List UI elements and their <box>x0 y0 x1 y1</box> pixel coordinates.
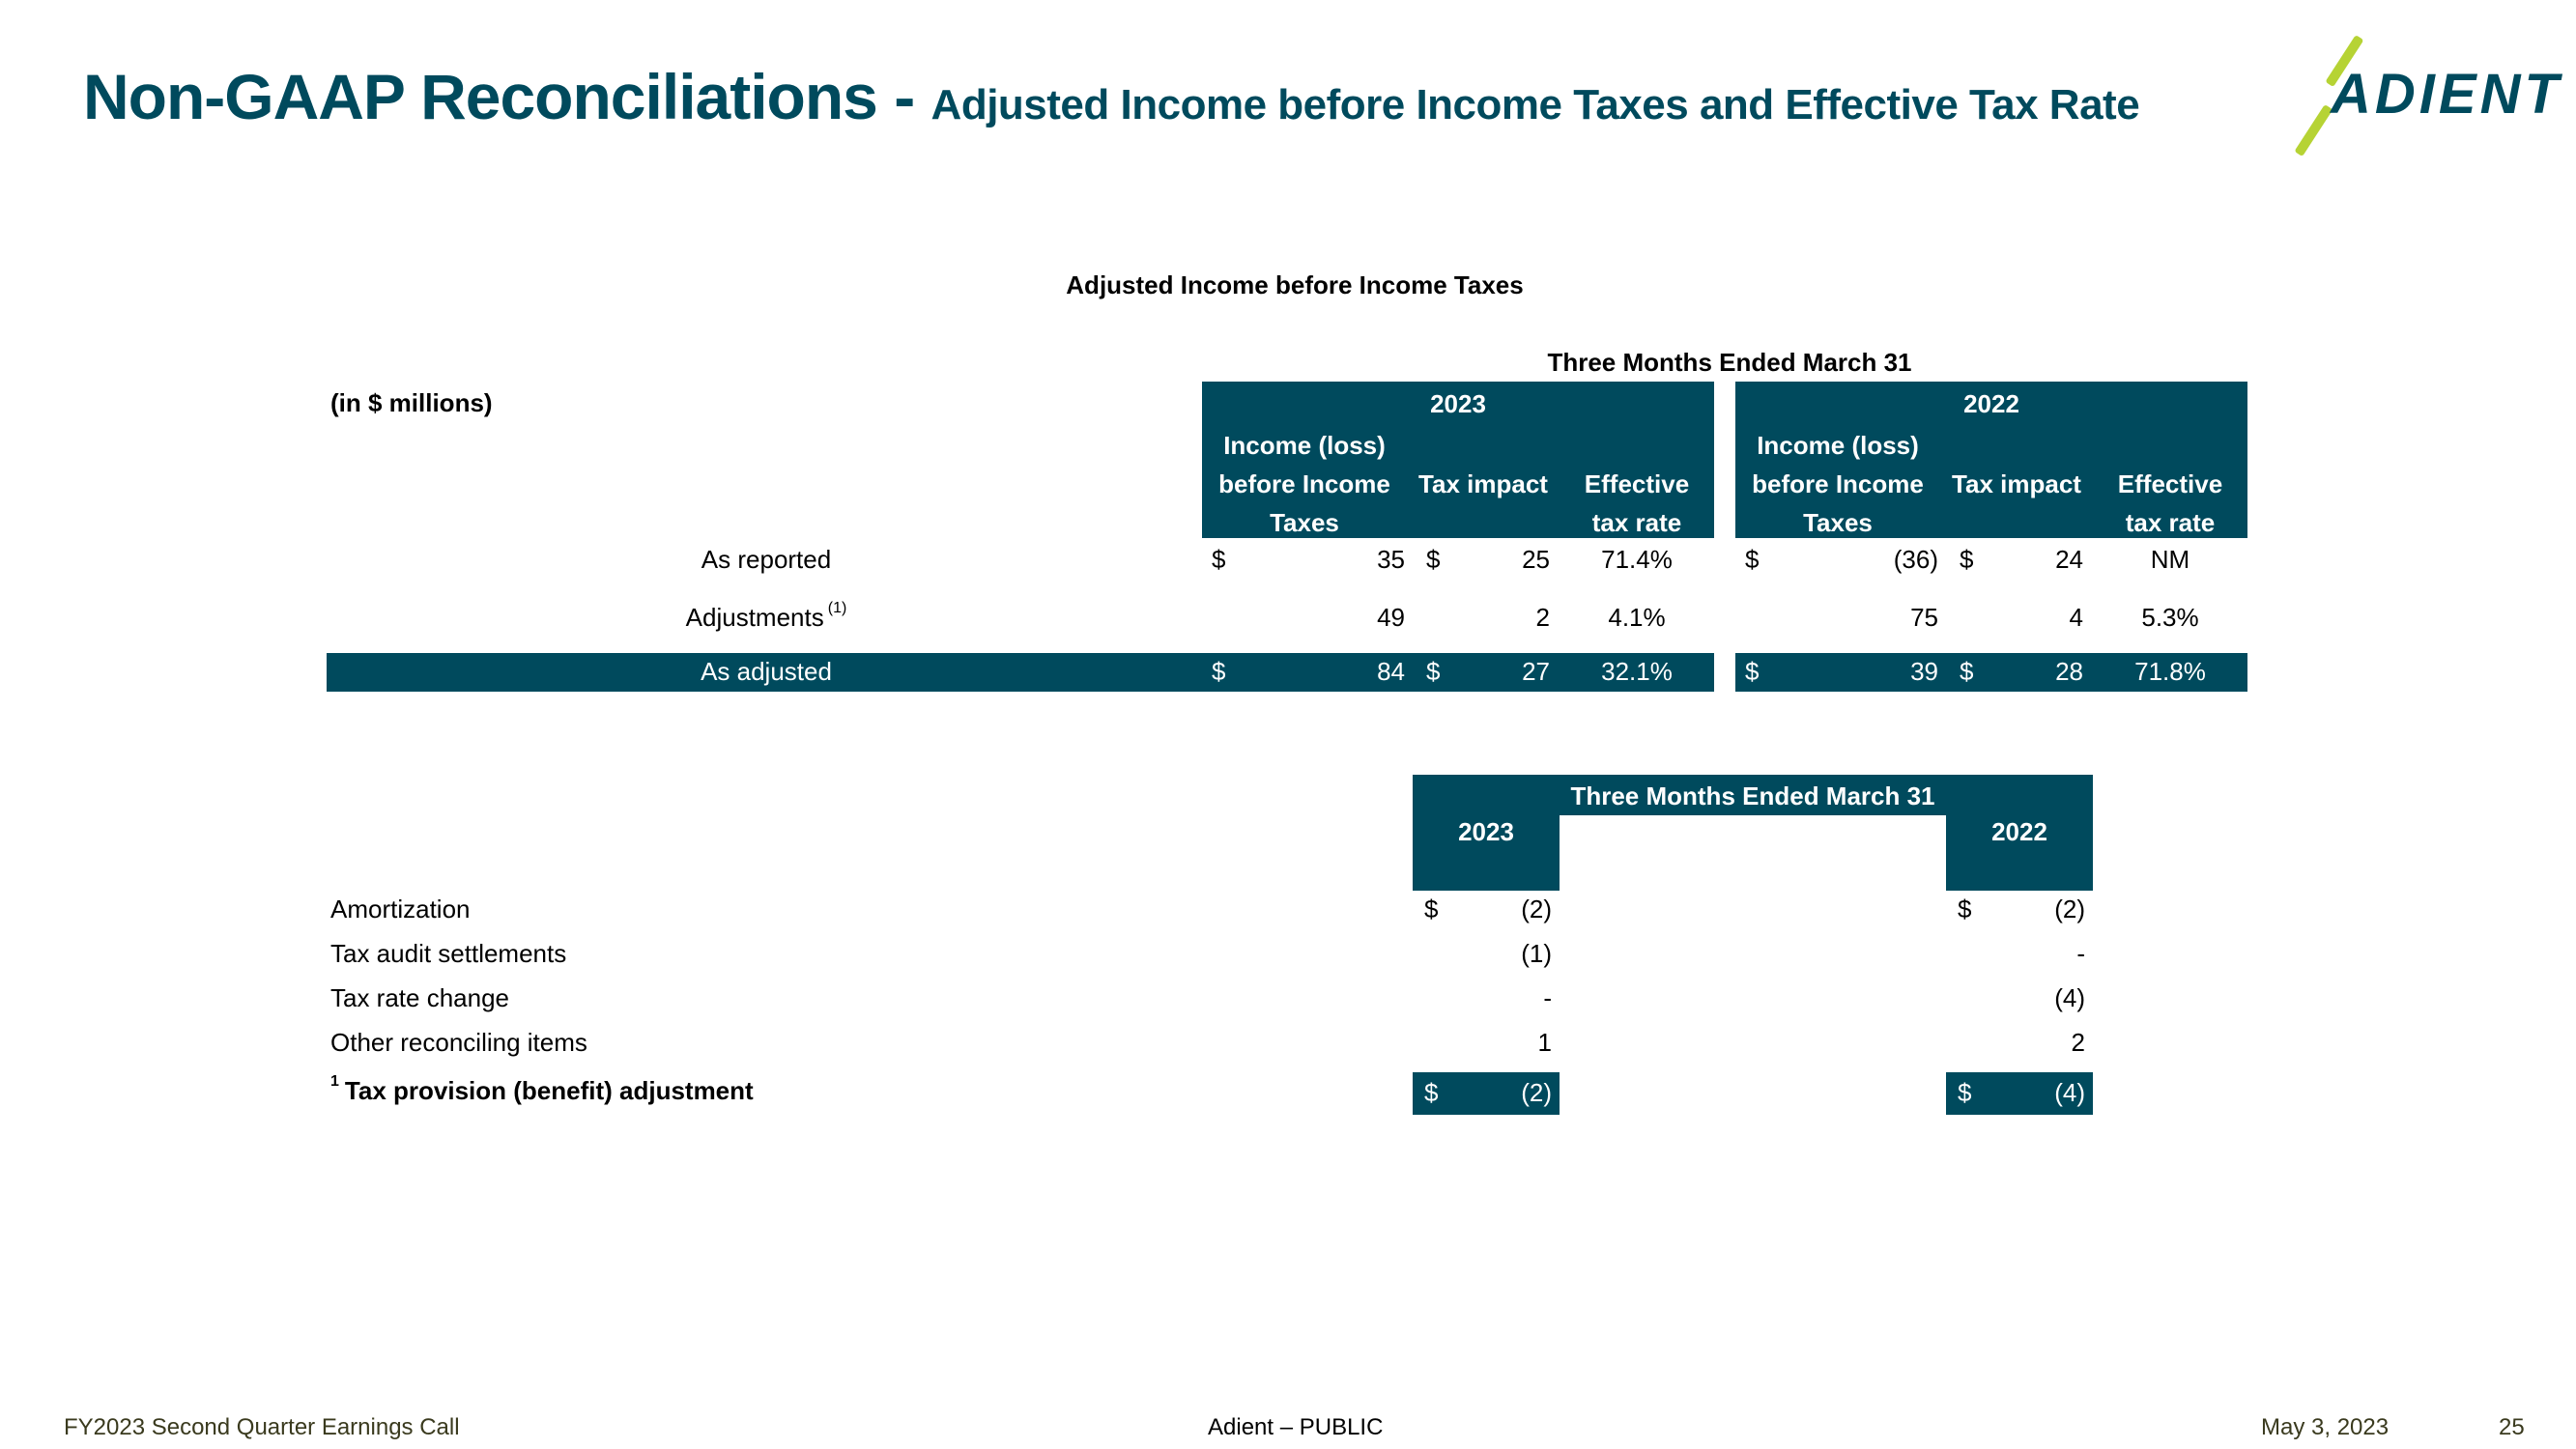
footer-classification: Adient – PUBLIC <box>1208 1414 1384 1440</box>
value-y2022: 2 <box>2071 1028 2085 1057</box>
table-row: Tax rate change - (4) <box>330 983 2099 1022</box>
row-label: Adjustments (1) <box>685 600 847 632</box>
currency-symbol: $ <box>1426 657 1441 686</box>
income-value: 84 <box>1377 657 1405 686</box>
row-label: Amortization <box>330 895 471 923</box>
income-value: 39 <box>1910 657 1938 686</box>
total-value: (4) <box>2054 1078 2085 1107</box>
table1-period-label: Three Months Ended March 31 <box>1547 348 1912 377</box>
value-y2022: (2) <box>2054 895 2085 923</box>
etr-value: NM <box>2150 545 2190 574</box>
table2-period-label: Three Months Ended March 31 <box>1413 775 2093 815</box>
table1-title: Adjusted Income before Income Taxes <box>1066 270 1524 299</box>
currency-symbol: $ <box>1958 895 1972 923</box>
value-y2023: (2) <box>1521 895 1552 923</box>
table-row: Amortization $ (2) $ (2) <box>330 895 2099 933</box>
value-y2023: (1) <box>1521 939 1552 968</box>
year-header: 2022 <box>1991 817 2047 846</box>
income-value: 35 <box>1377 545 1405 574</box>
total-value: (2) <box>1521 1078 1552 1107</box>
tax-impact-value: 27 <box>1522 657 1550 686</box>
logo-text: ADIENT <box>2331 63 2562 126</box>
value-y2022: (4) <box>2054 983 2085 1012</box>
year-header: 2023 <box>1458 817 1514 846</box>
tax-impact-value: 4 <box>2069 603 2083 632</box>
title-main: Non-GAAP Reconciliations - <box>83 61 931 132</box>
row-label: Tax audit settlements <box>330 939 567 968</box>
footer-event: FY2023 Second Quarter Earnings Call <box>64 1414 460 1440</box>
units-label: (in $ millions) <box>330 388 493 417</box>
tax-impact-value: 24 <box>2055 545 2083 574</box>
table-row-total: 1 Tax provision (benefit) adjustment $ (2) $… <box>330 1072 2099 1115</box>
income-value: 49 <box>1377 603 1405 632</box>
tax-impact-value: 25 <box>1522 545 1550 574</box>
table-row: As reported $35 $25 71.4% $ (36) $24 NM <box>327 541 2247 580</box>
footnote-marker: 1 <box>330 1073 339 1091</box>
currency-symbol: $ <box>1958 1078 1972 1107</box>
etr-value: 32.1% <box>1601 657 1673 686</box>
column-header-income: Income (loss) before Income Taxes <box>1218 431 1390 537</box>
title-subtitle: Adjusted Income before Income Taxes and … <box>930 81 2140 128</box>
table1-header-2022: 2022 Income (loss) before Income Taxes T… <box>1735 382 2247 538</box>
total-cell-y2022: $ (4) <box>1946 1072 2093 1115</box>
table-row: As adjusted $84 $27 32.1% $39 $28 71.8% <box>327 653 2247 692</box>
currency-symbol: $ <box>1212 545 1226 574</box>
etr-value: 4.1% <box>1608 603 1666 632</box>
currency-symbol: $ <box>1426 545 1441 574</box>
column-header-tax-impact: Tax impact <box>1952 469 2081 498</box>
row-label: 1 Tax provision (benefit) adjustment <box>330 1073 754 1105</box>
column-header-income: Income (loss) before Income Taxes <box>1752 431 1924 537</box>
year-header: 2023 <box>1430 389 1486 418</box>
value-y2022: - <box>2076 939 2085 968</box>
income-value: 75 <box>1910 603 1938 632</box>
table1-header-2023: 2023 Income (loss) before Income Taxes T… <box>1202 382 1714 538</box>
currency-symbol: $ <box>1745 657 1760 686</box>
row-label: Tax rate change <box>330 983 510 1012</box>
currency-symbol: $ <box>1424 1078 1439 1107</box>
page-number: 25 <box>2499 1414 2525 1440</box>
footer-date: May 3, 2023 <box>2261 1414 2390 1440</box>
value-y2023: - <box>1543 983 1552 1012</box>
row-label: As adjusted <box>701 657 832 686</box>
row-label: As reported <box>701 545 832 574</box>
column-header-etr: Effective tax rate <box>1584 469 1690 537</box>
logo-slash-bottom-icon <box>2294 104 2333 157</box>
tax-impact-value: 2 <box>1535 603 1550 632</box>
table-row: Adjustments (1) 49 2 4.1% 75 4 5.3% <box>327 599 2247 638</box>
adient-logo: ADIENT <box>2280 35 2562 157</box>
etr-value: 5.3% <box>2141 603 2199 632</box>
column-header-etr: Effective tax rate <box>2117 469 2223 537</box>
total-cell-y2023: $ (2) <box>1413 1072 1560 1115</box>
etr-value: 71.4% <box>1601 545 1673 574</box>
table-row: Tax audit settlements (1) - <box>330 939 2099 978</box>
table-row: Other reconciling items 1 2 <box>330 1028 2099 1066</box>
currency-symbol: $ <box>1960 657 1974 686</box>
value-y2023: 1 <box>1537 1028 1552 1057</box>
footnote-marker: (1) <box>827 600 847 617</box>
etr-value: 71.8% <box>2134 657 2206 686</box>
year-header: 2022 <box>1963 389 2019 418</box>
column-header-tax-impact: Tax impact <box>1418 469 1548 498</box>
currency-symbol: $ <box>1960 545 1974 574</box>
tax-impact-value: 28 <box>2055 657 2083 686</box>
currency-symbol: $ <box>1424 895 1439 923</box>
currency-symbol: $ <box>1745 545 1760 574</box>
row-label: Other reconciling items <box>330 1028 587 1057</box>
currency-symbol: $ <box>1212 657 1226 686</box>
income-value: (36) <box>1893 545 1938 574</box>
slide-title: Non-GAAP Reconciliations - Adjusted Inco… <box>83 60 2140 133</box>
